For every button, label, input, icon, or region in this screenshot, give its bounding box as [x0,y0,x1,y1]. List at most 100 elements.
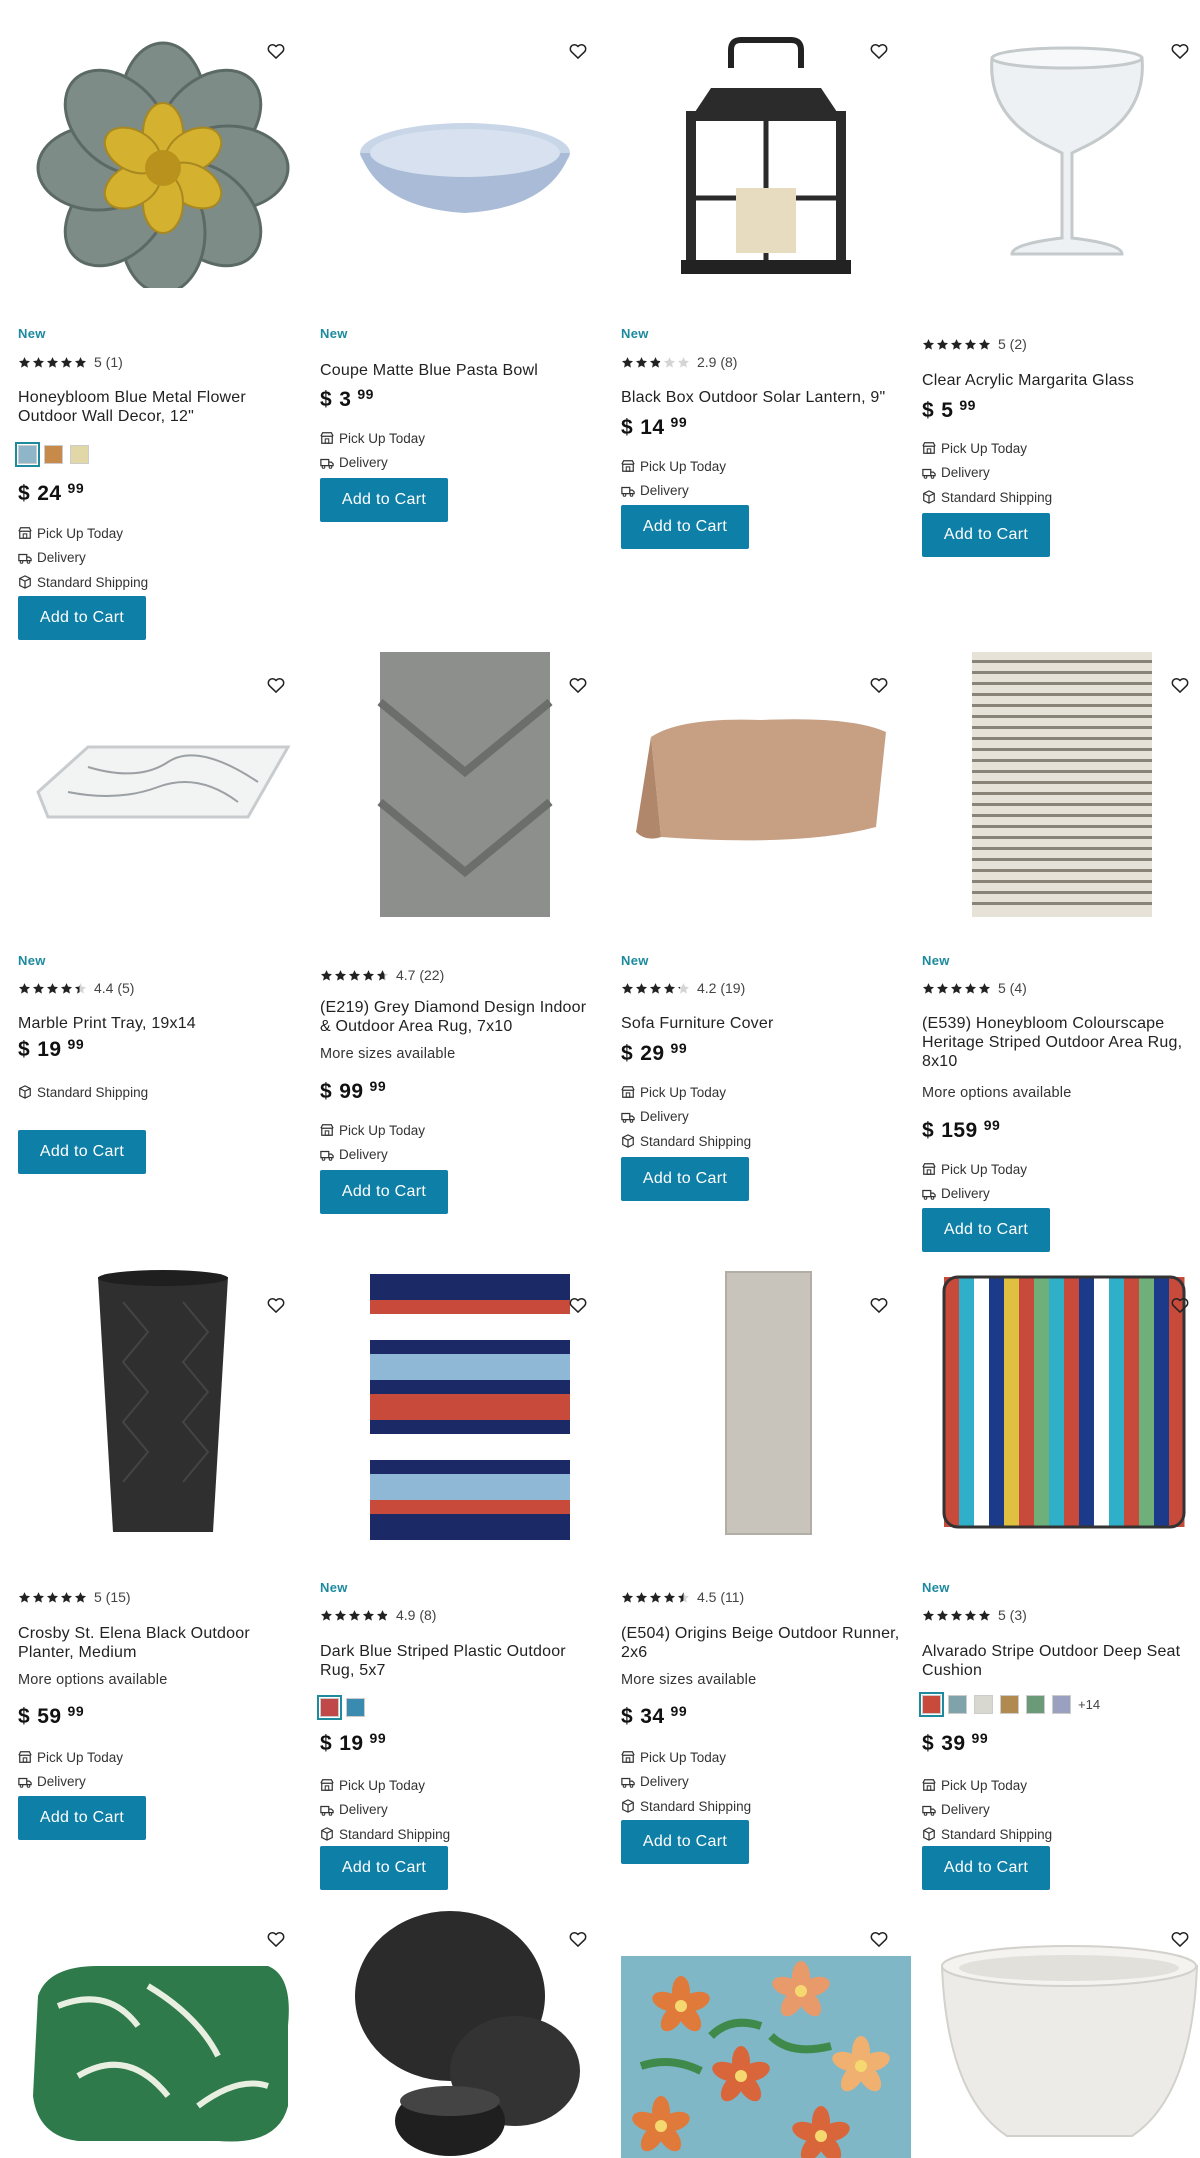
favorite-heart-icon[interactable] [1170,675,1190,695]
product-image[interactable] [320,642,610,922]
favorite-heart-icon[interactable] [869,1295,889,1315]
product-image[interactable] [18,1262,308,1542]
add-to-cart-button[interactable]: Add to Cart [18,1796,146,1840]
product-card[interactable] [320,1896,610,2158]
product-card[interactable]: New Coupe Matte Blue Pasta Bowl $3 99 Pick U… [320,8,610,628]
color-swatch[interactable] [15,442,40,467]
star-rating[interactable]: 4.5 (11) [621,1589,744,1605]
favorite-heart-icon[interactable] [1170,1295,1190,1315]
product-card[interactable]: 5 (15) Crosby St. Elena Black Outdoor Pla… [18,1262,308,1882]
favorite-heart-icon[interactable] [869,675,889,695]
product-image[interactable] [621,8,911,288]
product-card[interactable]: 5 (2) Clear Acrylic Margarita Glass $5 99 Pi… [922,8,1200,628]
add-to-cart-button[interactable]: Add to Cart [320,1170,448,1214]
product-image[interactable] [922,1262,1200,1542]
product-title[interactable]: Alvarado Stripe Outdoor Deep Seat Cushio… [922,1642,1200,1680]
add-to-cart-button[interactable]: Add to Cart [621,1820,749,1864]
favorite-heart-icon[interactable] [869,41,889,61]
favorite-heart-icon[interactable] [266,675,286,695]
star-rating[interactable]: 2.9 (8) [621,354,737,370]
new-badge: New [621,953,649,968]
star-rating[interactable]: 5 (4) [922,980,1027,996]
rating-stars-icon [320,1609,390,1622]
favorite-heart-icon[interactable] [266,1295,286,1315]
product-image[interactable] [320,1896,610,2158]
product-card[interactable]: New 4.2 (19) Sofa Furniture Cover $29 99 Pick… [621,642,911,1262]
product-card[interactable]: New 4.4 (5) Marble Print Tray, 19x14 $19 99 S… [18,642,308,1262]
product-title[interactable]: Coupe Matte Blue Pasta Bowl [320,361,600,380]
star-rating[interactable]: 5 (15) [18,1589,131,1605]
product-image[interactable] [18,1896,308,2158]
product-card[interactable] [621,1896,911,2158]
add-to-cart-button[interactable]: Add to Cart [922,1208,1050,1252]
color-swatch[interactable] [70,445,89,464]
star-rating[interactable]: 4.2 (19) [621,980,745,996]
product-image[interactable] [922,1896,1200,2158]
product-title[interactable]: Black Box Outdoor Solar Lantern, 9" [621,388,901,407]
favorite-heart-icon[interactable] [1170,1929,1190,1949]
star-rating[interactable]: 4.9 (8) [320,1607,436,1623]
product-card[interactable]: New 2.9 (8) Black Box Outdoor Solar Lanter… [621,8,911,628]
product-title[interactable]: Clear Acrylic Margarita Glass [922,371,1200,390]
product-title[interactable]: (E504) Origins Beige Outdoor Runner, 2x6 [621,1624,901,1662]
favorite-heart-icon[interactable] [1170,41,1190,61]
favorite-heart-icon[interactable] [568,41,588,61]
product-card[interactable]: 4.7 (22) (E219) Grey Diamond Design Indoo… [320,642,610,1262]
star-rating[interactable]: 4.7 (22) [320,967,444,983]
color-swatch[interactable] [1052,1695,1071,1714]
add-to-cart-button[interactable]: Add to Cart [18,1130,146,1174]
add-to-cart-button[interactable]: Add to Cart [621,505,749,549]
product-image[interactable] [621,1262,911,1542]
add-to-cart-button[interactable]: Add to Cart [621,1157,749,1201]
product-card[interactable]: New 5 (1) Honeybloom Blue Metal Flower Out… [15,8,308,640]
color-swatch[interactable] [919,1692,944,1717]
product-image[interactable] [320,8,610,288]
favorite-heart-icon[interactable] [568,675,588,695]
product-title[interactable]: Dark Blue Striped Plastic Outdoor Rug, 5… [320,1642,600,1680]
product-title[interactable]: (E219) Grey Diamond Design Indoor & Outd… [320,998,600,1036]
product-card[interactable] [18,1896,308,2158]
product-card[interactable]: New 5 (3) Alvarado Stripe Outdoor Deep Sea… [919,1262,1200,1890]
color-swatch[interactable] [974,1695,993,1714]
star-rating[interactable]: 5 (3) [922,1607,1027,1623]
add-to-cart-button[interactable]: Add to Cart [320,478,448,522]
color-swatch[interactable] [317,1695,342,1720]
product-title[interactable]: Honeybloom Blue Metal Flower Outdoor Wal… [18,388,298,426]
more-swatches-count[interactable]: +14 [1078,1697,1100,1712]
favorite-heart-icon[interactable] [266,41,286,61]
add-to-cart-button[interactable]: Add to Cart [320,1846,448,1890]
star-rating[interactable]: 5 (1) [18,354,123,370]
product-title[interactable]: Marble Print Tray, 19x14 [18,1014,298,1033]
product-image[interactable] [621,1896,911,2158]
fulfillment-pickup: Pick Up Today [621,1749,726,1765]
add-to-cart-button[interactable]: Add to Cart [922,1846,1050,1890]
product-card[interactable]: New 4.9 (8) Dark Blue Striped Plastic Outd… [317,1262,610,1890]
color-swatch[interactable] [948,1695,967,1714]
product-title[interactable]: Sofa Furniture Cover [621,1014,901,1033]
product-image[interactable] [922,642,1200,922]
add-to-cart-button[interactable]: Add to Cart [18,596,146,640]
product-card[interactable]: 4.5 (11) (E504) Origins Beige Outdoor Run… [621,1262,911,1882]
product-image[interactable] [320,1262,610,1542]
star-rating[interactable]: 5 (2) [922,336,1027,352]
favorite-heart-icon[interactable] [568,1929,588,1949]
favorite-heart-icon[interactable] [869,1929,889,1949]
product-image[interactable] [922,8,1200,288]
product-card[interactable]: New 5 (4) (E539) Honeybloom Colourscape He… [922,642,1200,1262]
product-title[interactable]: (E539) Honeybloom Colourscape Heritage S… [922,1014,1200,1071]
favorite-heart-icon[interactable] [568,1295,588,1315]
product-card[interactable] [922,1896,1200,2158]
favorite-heart-icon[interactable] [266,1929,286,1949]
product-image[interactable] [621,642,911,922]
product-image[interactable] [18,642,308,922]
star-rating[interactable]: 4.4 (5) [18,980,134,996]
rating-stars-icon [922,982,992,995]
color-swatch[interactable] [346,1698,365,1717]
color-swatch[interactable] [1000,1695,1019,1714]
color-swatch[interactable] [44,445,63,464]
product-price: $29 99 [621,1040,688,1065]
add-to-cart-button[interactable]: Add to Cart [922,513,1050,557]
color-swatch[interactable] [1026,1695,1045,1714]
product-image[interactable] [18,8,308,288]
product-title[interactable]: Crosby St. Elena Black Outdoor Planter, … [18,1624,298,1662]
